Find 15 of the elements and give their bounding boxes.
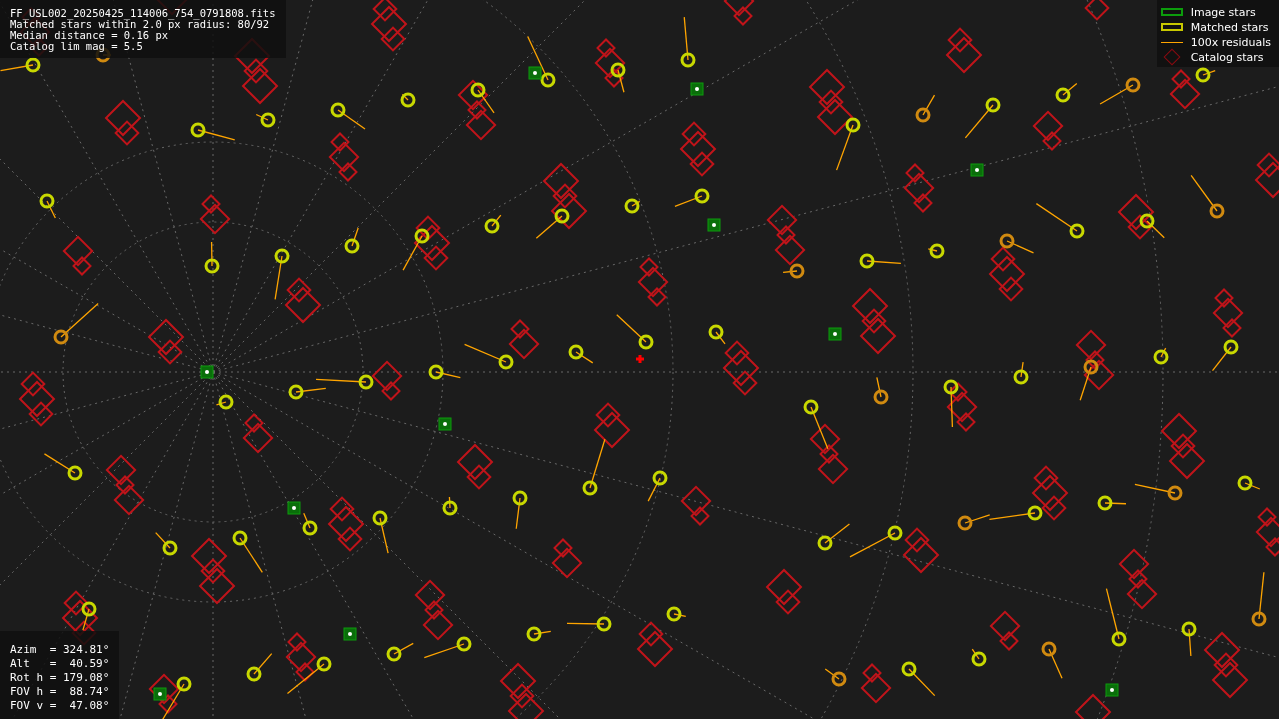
pointing-text: Rot h = 179.08° (10, 671, 110, 685)
pointing-text: FOV h = 88.74° (10, 685, 110, 699)
info-text: Median distance = 0.16 px (10, 30, 169, 41)
legend-label: Image stars (1190, 5, 1256, 19)
legend-swatch-icon (1160, 8, 1183, 16)
info-text: FF_USL002_20250425_114006_754_0791808.fits (10, 8, 276, 19)
legend-label: 100x residuals (1190, 35, 1271, 49)
pointing-text: Azim = 324.81° (10, 643, 110, 657)
info-text: Matched stars within 2.0 px radius: 80/92 (10, 19, 270, 30)
legend-label: Catalog stars (1190, 50, 1264, 64)
pointing-text: FOV v = 47.08° (10, 699, 110, 713)
pointing-text: Alt = 40.59° (10, 657, 110, 671)
legend-label: Matched stars (1190, 20, 1269, 34)
legend-swatch-icon (1160, 23, 1183, 31)
info-text: Catalog lim mag = 5.5 (10, 41, 144, 52)
